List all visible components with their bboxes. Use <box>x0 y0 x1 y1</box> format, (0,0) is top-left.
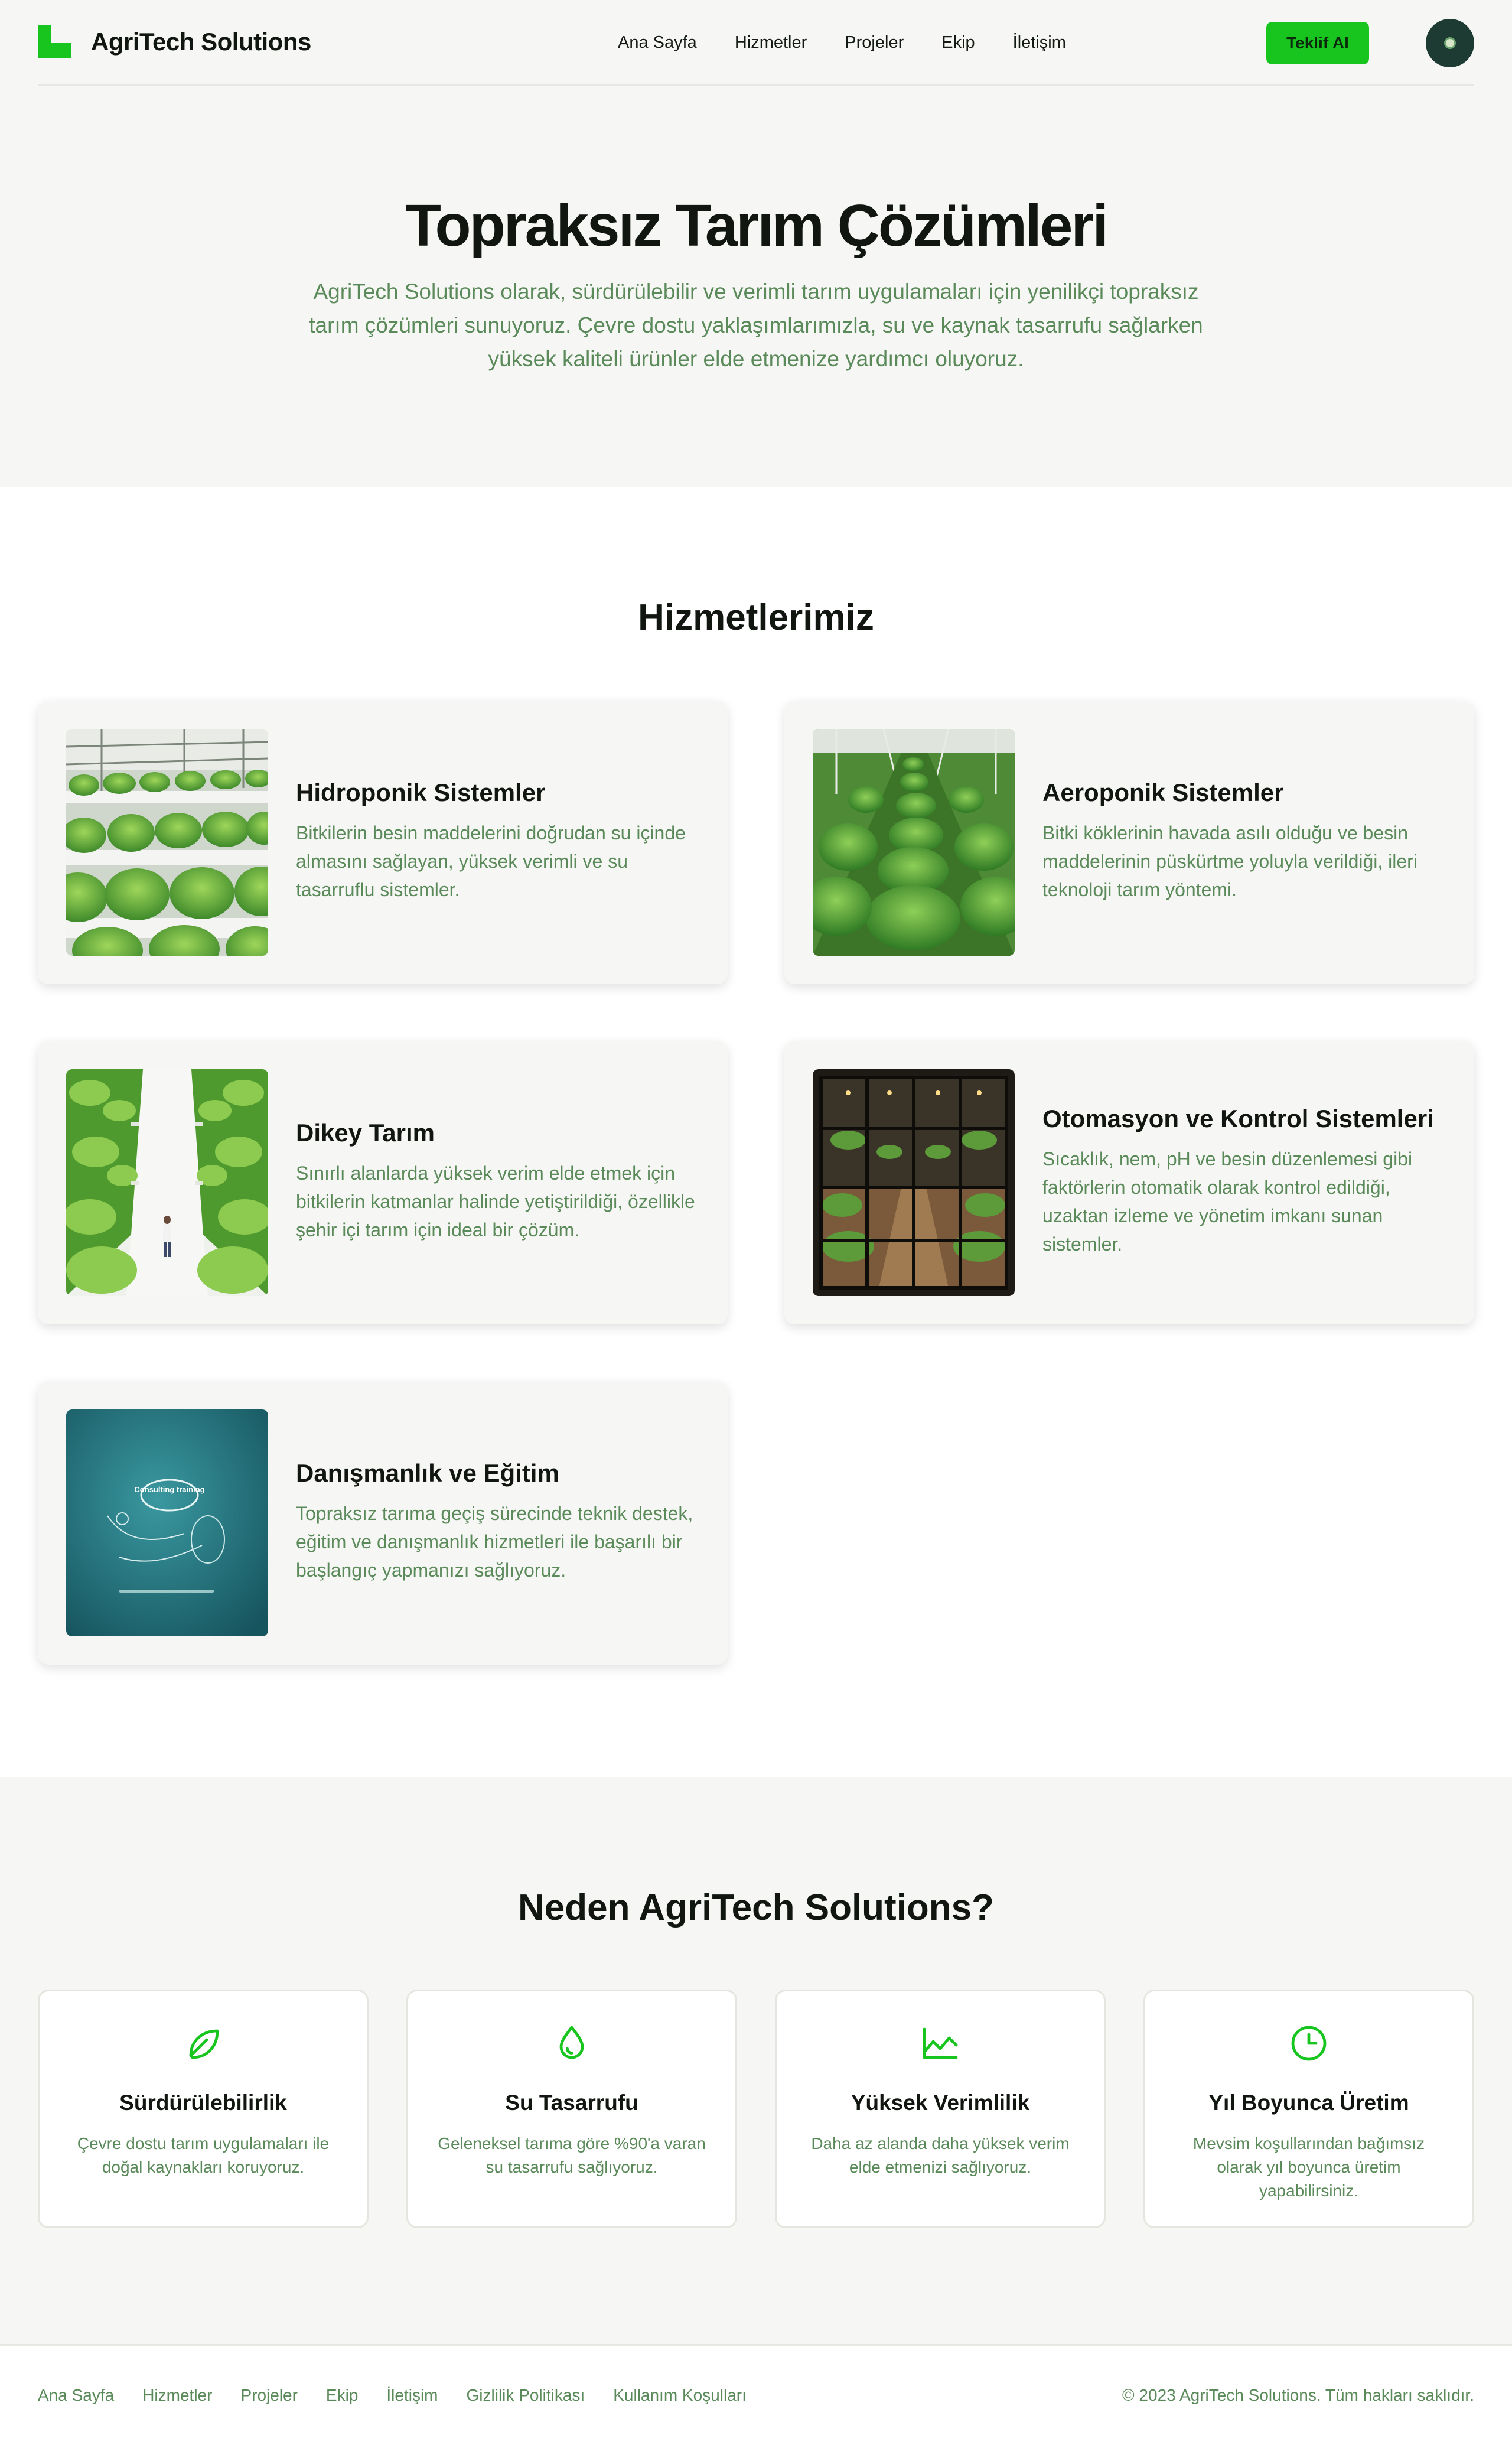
why-section: Neden AgriTech Solutions? Sürdürülebilir… <box>0 1777 1512 2344</box>
service-description: Bitki köklerinin havada asılı olduğu ve … <box>1042 822 1418 900</box>
site-header: AgriTech Solutions Ana Sayfa Hizmetler P… <box>0 0 1512 86</box>
nav-projects[interactable]: Projeler <box>845 33 904 53</box>
feature-title: Su Tasarrufu <box>505 2091 638 2115</box>
nav-contact[interactable]: İletişim <box>1013 33 1066 53</box>
footer-link-team[interactable]: Ekip <box>326 2386 358 2405</box>
feature-description: Mevsim koşullarından bağımsız olarak yıl… <box>1192 2134 1425 2200</box>
footer-link-contact[interactable]: İletişim <box>386 2386 438 2405</box>
leaf-icon <box>40 2022 367 2065</box>
get-quote-button[interactable]: Teklif Al <box>1266 22 1369 64</box>
service-title: Dikey Tarım <box>296 1119 435 1147</box>
nav-services[interactable]: Hizmetler <box>735 33 807 53</box>
service-description: Sıcaklık, nem, pH ve besin düzenlemesi g… <box>1042 1148 1413 1255</box>
hydroponic-image <box>66 729 268 956</box>
service-description: Sınırlı alanlarda yüksek verim elde etme… <box>296 1163 695 1241</box>
avatar-icon <box>1444 37 1456 49</box>
footer-link-services[interactable]: Hizmetler <box>142 2386 212 2405</box>
feature-card-productivity: Yüksek Verimlilik Daha az alanda daha yü… <box>775 1990 1106 2228</box>
feature-description: Geleneksel tarıma göre %90'a varan su ta… <box>438 2134 706 2176</box>
service-description: Bitkilerin besin maddelerini doğrudan su… <box>296 822 686 900</box>
service-card-aeroponic[interactable]: Aeroponik Sistemler Bitki köklerinin hav… <box>784 701 1474 984</box>
nav-team[interactable]: Ekip <box>941 33 975 53</box>
logo-icon <box>38 25 71 58</box>
clock-icon <box>1145 2022 1472 2065</box>
copyright-text: © 2023 AgriTech Solutions. Tüm hakları s… <box>1122 2386 1474 2404</box>
hero-title: Topraksız Tarım Çözümleri <box>405 193 1109 259</box>
brand-logo[interactable]: AgriTech Solutions <box>38 25 311 58</box>
hero-subtitle: AgriTech Solutions olarak, sürdürülebili… <box>309 279 1203 371</box>
service-description: Topraksız tarıma geçiş sürecinde teknik … <box>296 1503 693 1581</box>
feature-description: Çevre dostu tarım uygulamaları ile doğal… <box>77 2134 330 2176</box>
service-title: Aeroponik Sistemler <box>1042 779 1284 806</box>
consulting-image: Consulting training <box>66 1409 268 1636</box>
feature-description: Daha az alanda daha yüksek verim elde et… <box>811 2134 1070 2176</box>
vertical-farming-image <box>66 1069 268 1296</box>
service-title: Otomasyon ve Kontrol Sistemleri <box>1042 1105 1434 1132</box>
main-nav: Ana Sayfa Hizmetler Projeler Ekip İletiş… <box>618 0 1066 86</box>
footer-link-terms[interactable]: Kullanım Koşulları <box>613 2386 747 2405</box>
automation-image <box>813 1069 1015 1296</box>
footer-link-privacy[interactable]: Gizlilik Politikası <box>467 2386 585 2405</box>
site-footer: Ana Sayfa Hizmetler Projeler Ekip İletiş… <box>0 2344 1512 2443</box>
feature-title: Sürdürülebilirlik <box>119 2091 287 2115</box>
feature-card-water-saving: Su Tasarrufu Geleneksel tarıma göre %90'… <box>406 1990 737 2228</box>
footer-link-projects[interactable]: Projeler <box>240 2386 297 2405</box>
header-bar: AgriTech Solutions Ana Sayfa Hizmetler P… <box>38 0 1474 86</box>
brand-name: AgriTech Solutions <box>91 28 311 56</box>
water-drop-icon <box>408 2022 735 2065</box>
aeroponic-image <box>813 729 1015 956</box>
service-title: Danışmanlık ve Eğitim <box>296 1459 559 1487</box>
footer-link-home[interactable]: Ana Sayfa <box>38 2386 114 2405</box>
consulting-image-label: Consulting training <box>134 1485 204 1494</box>
feature-title: Yüksek Verimlilik <box>850 2091 1030 2115</box>
why-title: Neden AgriTech Solutions? <box>517 1887 995 1928</box>
feature-card-year-round: Yıl Boyunca Üretim Mevsim koşullarından … <box>1143 1990 1474 2228</box>
service-card-vertical-farming[interactable]: Dikey Tarım Sınırlı alanlarda yüksek ver… <box>38 1041 728 1324</box>
service-title: Hidroponik Sistemler <box>296 779 546 806</box>
footer-nav: Ana Sayfa Hizmetler Projeler Ekip İletiş… <box>38 2346 747 2445</box>
user-avatar[interactable] <box>1426 19 1474 67</box>
feature-card-sustainability: Sürdürülebilirlik Çevre dostu tarım uygu… <box>38 1990 369 2228</box>
service-card-automation[interactable]: Otomasyon ve Kontrol Sistemleri Sıcaklık… <box>784 1041 1474 1324</box>
service-card-consulting[interactable]: Consulting training Danışmanlık ve Eğiti… <box>38 1381 728 1665</box>
service-card-hydroponic[interactable]: Hidroponik Sistemler Bitkilerin besin ma… <box>38 701 728 984</box>
hero-section: Topraksız Tarım Çözümleri AgriTech Solut… <box>0 86 1512 487</box>
services-title: Hizmetlerimiz <box>638 597 874 638</box>
feature-title: Yıl Boyunca Üretim <box>1208 2091 1409 2115</box>
growth-chart-icon <box>777 2022 1104 2065</box>
nav-home[interactable]: Ana Sayfa <box>618 33 697 53</box>
